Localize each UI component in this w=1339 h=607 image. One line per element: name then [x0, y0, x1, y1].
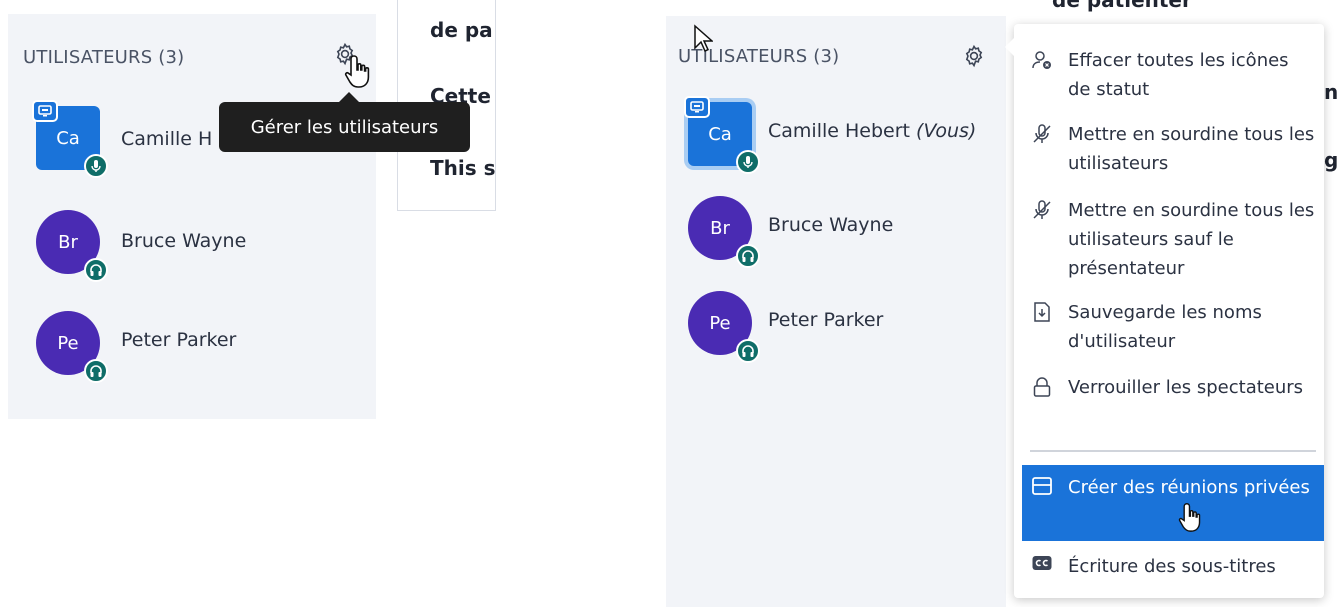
users-panel: UTILISATEURS (3) Ca Camille H Br Bruce W… — [8, 14, 376, 419]
avatar: Pe — [36, 311, 108, 383]
user-name: Bruce Wayne — [121, 230, 247, 252]
hand-cursor-icon — [1178, 503, 1201, 532]
message-line: n — [1324, 80, 1339, 104]
create-breakout-rooms-menu-item[interactable]: Créer des réunions privées — [1022, 465, 1324, 541]
clear-status-menu-item[interactable]: Effacer toutes les icônes de statut — [1022, 46, 1324, 108]
avatar-initials: Ca — [708, 123, 732, 145]
users-panel-title: UTILISATEURS (3) — [23, 47, 185, 68]
arrow-cursor-icon — [694, 24, 713, 53]
manage-users-menu: Effacer toutes les icônes de statut Mett… — [1005, 24, 1324, 598]
you-label: (Vous) — [916, 120, 977, 142]
message-line: gl — [1324, 148, 1339, 172]
avatar: Ca — [684, 96, 760, 174]
download-icon — [1034, 302, 1050, 322]
menu-item-label: Mettre en sourdine tous les utilisateurs — [1068, 124, 1315, 174]
menu-divider — [1030, 450, 1316, 452]
user-name: Camille Hebert (Vous) — [768, 120, 976, 142]
user-name-text: Camille Hebert — [768, 120, 910, 142]
hand-cursor-icon — [344, 55, 370, 88]
avatar-initials: Br — [710, 217, 730, 239]
user-list-item[interactable]: Br Bruce Wayne — [666, 196, 1006, 268]
user-list-item[interactable]: Pe Peter Parker — [666, 291, 1006, 363]
users-panel: UTILISATEURS (3) Ca Camille Hebert (Vous… — [666, 16, 1006, 607]
headphones-icon — [736, 339, 760, 363]
headphones-icon — [736, 244, 760, 268]
user-name: Peter Parker — [121, 329, 237, 351]
save-user-names-menu-item[interactable]: Sauvegarde les noms d'utilisateur — [1022, 298, 1324, 360]
gear-icon[interactable] — [962, 44, 986, 68]
avatar-initials: Br — [58, 231, 78, 253]
clear-status-icon — [1032, 51, 1051, 69]
presenter-icon — [684, 96, 710, 118]
avatar: Br — [688, 196, 760, 268]
user-name: Bruce Wayne — [768, 214, 894, 236]
user-name: Peter Parker — [768, 309, 884, 331]
message-line: de pa — [430, 18, 493, 42]
mute-icon — [1033, 124, 1051, 143]
microphone-icon — [736, 150, 760, 174]
avatar: Br — [36, 210, 108, 282]
user-name: Camille H — [121, 128, 213, 150]
user-list-item[interactable]: Ca Camille Hebert (Vous) — [666, 96, 1006, 174]
closed-captions-menu-item[interactable]: Écriture des sous-titres — [1022, 548, 1324, 584]
headphones-icon — [84, 258, 108, 282]
mute-icon — [1033, 200, 1051, 219]
breakout-room-icon — [1032, 477, 1052, 495]
manage-users-tooltip: Gérer les utilisateurs — [219, 92, 470, 152]
menu-item-label: Écriture des sous-titres — [1068, 556, 1276, 577]
closed-caption-icon — [1032, 556, 1052, 570]
message-line: de patienter — [1052, 0, 1192, 12]
mute-all-menu-item[interactable]: Mettre en sourdine tous les utilisateurs — [1022, 120, 1324, 182]
user-list-item[interactable]: Br Bruce Wayne — [8, 210, 376, 282]
avatar: Pe — [688, 291, 760, 363]
menu-item-label: Mettre en sourdine tous les utilisateurs… — [1068, 200, 1315, 279]
mute-all-except-presenter-menu-item[interactable]: Mettre en sourdine tous les utilisateurs… — [1022, 196, 1324, 286]
menu-item-label: Effacer toutes les icônes de statut — [1068, 50, 1289, 100]
microphone-icon — [84, 154, 108, 178]
lock-viewers-menu-item[interactable]: Verrouiller les spectateurs — [1022, 373, 1324, 435]
lock-icon — [1033, 377, 1051, 397]
headphones-icon — [84, 359, 108, 383]
menu-item-label: Verrouiller les spectateurs — [1068, 377, 1304, 398]
user-list-item[interactable]: Pe Peter Parker — [8, 311, 376, 383]
avatar-initials: Pe — [57, 332, 79, 354]
avatar-initials: Ca — [56, 127, 80, 149]
menu-item-label: Sauvegarde les noms d'utilisateur — [1068, 302, 1262, 352]
avatar: Ca — [32, 100, 108, 178]
message-line: This s — [430, 156, 496, 180]
avatar-initials: Pe — [709, 312, 731, 334]
presenter-icon — [32, 100, 58, 122]
